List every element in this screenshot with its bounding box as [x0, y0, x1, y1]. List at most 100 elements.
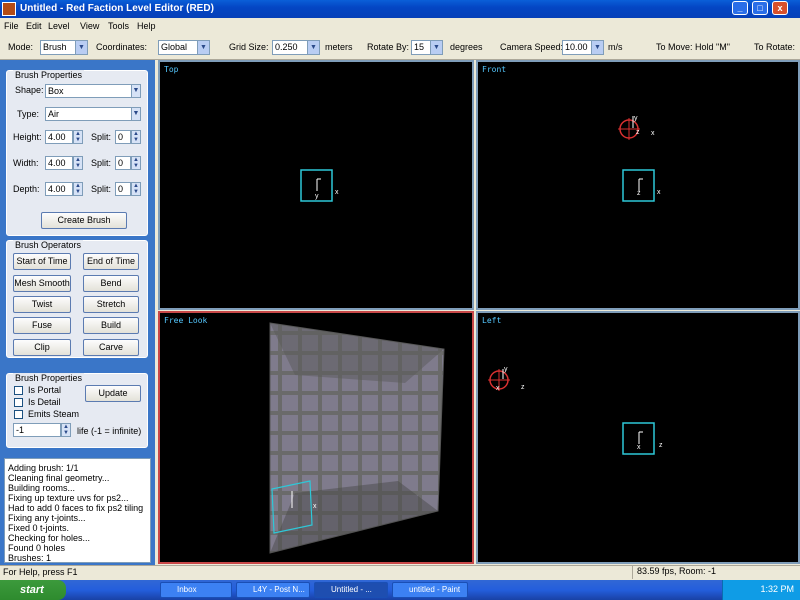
- rotate-by-label: Rotate By:: [367, 42, 410, 52]
- stretch-button[interactable]: Stretch: [83, 296, 139, 313]
- menu-help[interactable]: Help: [137, 21, 156, 31]
- chevron-down-icon[interactable]: ▼: [131, 84, 141, 98]
- width-split-input[interactable]: 0: [115, 156, 131, 170]
- maximize-button[interactable]: □: [752, 1, 768, 15]
- group-title: Brush Operators: [13, 240, 84, 250]
- depth-split-spinner[interactable]: ▲ ▼: [131, 182, 141, 196]
- rotate-by-value: 15: [414, 42, 425, 52]
- menu-tools[interactable]: Tools: [108, 21, 129, 31]
- carve-button[interactable]: Carve: [83, 339, 139, 356]
- clock[interactable]: 1:32 PM: [760, 584, 794, 594]
- chevron-down-icon[interactable]: ▼: [307, 41, 319, 54]
- shape-select[interactable]: Box ▼: [45, 84, 141, 98]
- height-input[interactable]: 4.00: [45, 130, 73, 144]
- brush-operators-group: Brush Operators Start of Time End of Tim…: [6, 240, 148, 358]
- start-button[interactable]: start: [0, 580, 66, 600]
- coordinates-value: Global: [161, 42, 188, 52]
- camera-speed-select[interactable]: 10.00 ▼: [562, 40, 604, 55]
- height-split-input[interactable]: 0: [115, 130, 131, 144]
- coordinates-select[interactable]: Global ▼: [158, 40, 210, 55]
- grid-size-label: Grid Size:: [229, 42, 269, 52]
- fuse-button[interactable]: Fuse: [13, 317, 71, 334]
- rotate-by-select[interactable]: 15 ▼: [411, 40, 443, 55]
- viewport-front[interactable]: Front y z x z x: [476, 60, 800, 310]
- rotate-unit-label: degrees: [450, 42, 483, 52]
- chevron-down-icon[interactable]: ▼: [591, 41, 603, 54]
- chevron-down-icon[interactable]: ▼: [75, 41, 87, 54]
- app-icon[interactable]: [2, 2, 16, 16]
- life-spinner[interactable]: ▲ ▼: [61, 423, 71, 437]
- axis-y-label: y: [315, 193, 319, 200]
- clip-button[interactable]: Clip: [13, 339, 71, 356]
- axis-x-label: x: [657, 189, 661, 196]
- log-line: Found 0 holes: [8, 543, 66, 553]
- camera-speed-label: Camera Speed:: [500, 42, 564, 52]
- mesh-smooth-button[interactable]: Mesh Smooth: [13, 275, 71, 292]
- life-input[interactable]: -1: [13, 423, 61, 437]
- menu-edit[interactable]: Edit: [26, 21, 42, 31]
- log-line: Had to add 0 faces to fix ps2 tiling: [8, 503, 144, 513]
- log-line: Cleaning final geometry...: [8, 473, 110, 483]
- brush-flags-group: Brush Properties Is Portal Is Detail Emi…: [6, 373, 148, 448]
- status-fps: 83.59 fps, Room: -1: [632, 566, 800, 579]
- camera-icon: y z x: [618, 115, 655, 140]
- update-button[interactable]: Update: [85, 385, 141, 402]
- split-label: Split:: [91, 158, 112, 168]
- axis-z-label: z: [521, 384, 525, 391]
- depth-split-input[interactable]: 0: [115, 182, 131, 196]
- axis-x-label: x: [313, 503, 317, 510]
- create-brush-button[interactable]: Create Brush: [41, 212, 127, 229]
- window-title: Untitled - Red Faction Level Editor (RED…: [20, 3, 214, 14]
- mode-select[interactable]: Brush ▼: [40, 40, 88, 55]
- chevron-down-icon[interactable]: ▼: [430, 41, 442, 54]
- twist-button[interactable]: Twist: [13, 296, 71, 313]
- menu-file[interactable]: File: [4, 21, 19, 31]
- type-value: Air: [48, 109, 59, 119]
- status-bar: For Help, press F1 83.59 fps, Room: -1: [0, 565, 800, 579]
- group-title: Brush Properties: [13, 373, 85, 383]
- taskbar: start Inbox L4Y - Post N... Untitled - .…: [0, 580, 800, 600]
- log-line: Fixing up texture uvs for ps2...: [8, 493, 129, 503]
- axis-x-label: x: [651, 130, 655, 137]
- taskbar-item[interactable]: L4Y - Post N...: [236, 582, 310, 598]
- width-spinner[interactable]: ▲ ▼: [73, 156, 83, 170]
- axis-x-label: x: [637, 444, 641, 451]
- minimize-button[interactable]: _: [732, 1, 748, 15]
- is-portal-checkbox[interactable]: [14, 386, 23, 395]
- depth-spinner[interactable]: ▲ ▼: [73, 182, 83, 196]
- bend-button[interactable]: Bend: [83, 275, 139, 292]
- menu-level[interactable]: Level: [48, 21, 70, 31]
- output-log[interactable]: Adding brush: 1/1 Cleaning final geometr…: [4, 458, 151, 563]
- depth-label: Depth:: [13, 184, 40, 194]
- build-button[interactable]: Build: [83, 317, 139, 334]
- taskbar-item-active[interactable]: Untitled - ...: [314, 582, 388, 598]
- viewport-top[interactable]: Top y x: [158, 60, 474, 310]
- grid-size-select[interactable]: 0.250 ▼: [272, 40, 320, 55]
- taskbar-item[interactable]: Inbox: [160, 582, 232, 598]
- start-of-time-button[interactable]: Start of Time: [13, 253, 71, 270]
- log-line: Fixing any t-joints...: [8, 513, 86, 523]
- viewport-free-look[interactable]: Free Look x: [158, 311, 474, 564]
- chevron-down-icon[interactable]: ▼: [197, 41, 209, 54]
- grid-size-value: 0.250: [275, 42, 298, 52]
- type-select[interactable]: Air ▼: [45, 107, 141, 121]
- left-view-canvas: y x z x z: [488, 366, 663, 455]
- is-portal-label: Is Portal: [28, 385, 62, 395]
- end-of-time-button[interactable]: End of Time: [83, 253, 139, 270]
- depth-input[interactable]: 4.00: [45, 182, 73, 196]
- viewport-left[interactable]: Left y x z x z: [476, 311, 800, 564]
- close-button[interactable]: x: [772, 1, 788, 15]
- height-spinner[interactable]: ▲ ▼: [73, 130, 83, 144]
- emits-steam-label: Emits Steam: [28, 409, 80, 419]
- is-detail-checkbox[interactable]: [14, 398, 23, 407]
- log-line: Building rooms...: [8, 483, 76, 493]
- width-split-spinner[interactable]: ▲ ▼: [131, 156, 141, 170]
- taskbar-item[interactable]: untitled - Paint: [392, 582, 468, 598]
- height-split-spinner[interactable]: ▲ ▼: [131, 130, 141, 144]
- type-label: Type:: [17, 109, 40, 119]
- menu-view[interactable]: View: [80, 21, 99, 31]
- chevron-down-icon[interactable]: ▼: [131, 107, 141, 121]
- emits-steam-checkbox[interactable]: [14, 410, 23, 419]
- width-input[interactable]: 4.00: [45, 156, 73, 170]
- shape-value: Box: [48, 86, 64, 96]
